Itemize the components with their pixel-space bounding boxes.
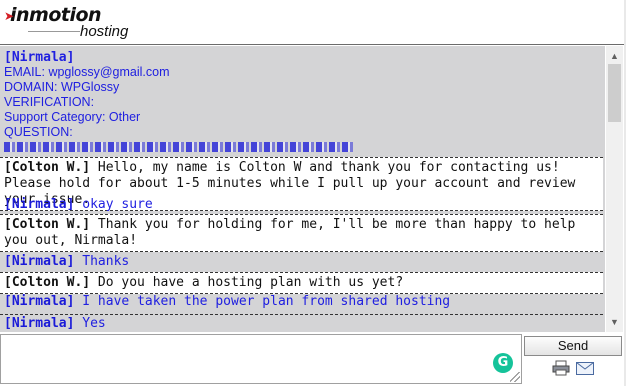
- message-sender: [Nirmala]: [4, 316, 75, 331]
- message-text: okay sure: [74, 197, 153, 212]
- transcript-scrollbar[interactable]: ▲ ▼: [606, 46, 623, 332]
- message-sender: [Nirmala]: [4, 294, 75, 309]
- chat-message-user: [Nirmala] Yes: [0, 314, 603, 332]
- send-button[interactable]: Send: [524, 336, 622, 356]
- message-text: Thank you for holding for me, I'll be mo…: [4, 217, 576, 248]
- inmotion-hosting-logo: ➤ inmotion hosting: [4, 4, 144, 40]
- intro-verification: VERIFICATION:: [4, 95, 95, 109]
- chat-message-user: [Nirmala] Thanks: [0, 253, 603, 270]
- chat-message-agent: [Colton W.] Thank you for holding for me…: [0, 214, 603, 252]
- intro-question-label: QUESTION:: [4, 125, 73, 139]
- scrollbar-thumb[interactable]: [608, 64, 621, 122]
- message-sender: [Nirmala]: [4, 197, 75, 212]
- chat-message-user: [Nirmala] I have taken the power plan fr…: [0, 293, 603, 310]
- chevron-down-icon[interactable]: ▼: [606, 314, 623, 330]
- chevron-up-icon[interactable]: ▲: [606, 48, 623, 64]
- intro-block: [Nirmala] EMAIL: wpglossy@gmail.com DOMA…: [4, 50, 354, 152]
- chat-header: ➤ inmotion hosting: [0, 0, 626, 45]
- chat-message-user: [Nirmala] okay sure: [0, 196, 603, 213]
- mail-icon[interactable]: [576, 362, 594, 375]
- chat-message-agent: [Colton W.] Do you have a hosting plan w…: [0, 272, 603, 294]
- intro-sender: [Nirmala]: [4, 50, 75, 65]
- message-text: Do you have a hosting plan with us yet?: [90, 275, 404, 290]
- message-text: I have taken the power plan from shared …: [74, 294, 451, 309]
- intro-category: Support Category: Other: [4, 110, 141, 124]
- logo-divider: [28, 31, 80, 32]
- grammarly-icon[interactable]: G: [493, 353, 513, 373]
- message-text: Yes: [74, 316, 106, 331]
- logo-swoosh-icon: ➤: [4, 9, 14, 23]
- intro-domain: DOMAIN: WPGlossy: [4, 80, 120, 94]
- print-icon[interactable]: [552, 360, 570, 376]
- message-sender: [Colton W.]: [4, 275, 91, 290]
- logo-sub: hosting: [80, 23, 129, 40]
- message-sender: [Colton W.]: [4, 217, 91, 232]
- chat-transcript[interactable]: [Nirmala] EMAIL: wpglossy@gmail.com DOMA…: [0, 46, 605, 332]
- message-sender: [Colton W.]: [4, 160, 91, 175]
- intro-email: EMAIL: wpglossy@gmail.com: [4, 65, 170, 79]
- message-text: Thanks: [74, 254, 130, 269]
- message-input-box[interactable]: [0, 334, 525, 387]
- message-input[interactable]: [1, 335, 525, 387]
- redacted-question-text: [4, 142, 354, 152]
- resize-grip-icon[interactable]: [510, 372, 520, 382]
- message-sender: [Nirmala]: [4, 254, 75, 269]
